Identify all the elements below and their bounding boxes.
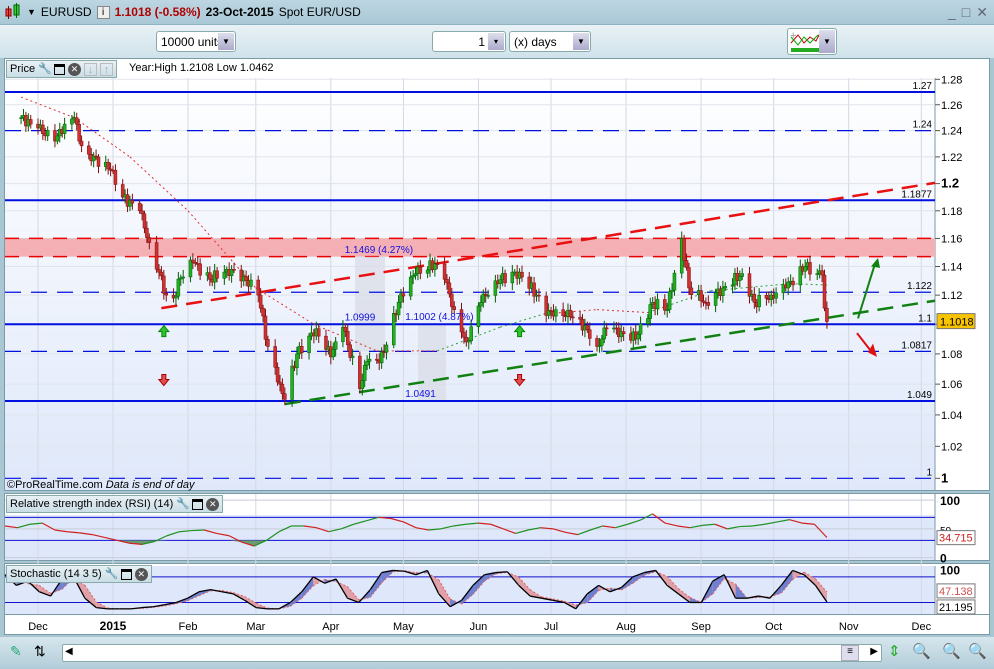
period-unit-value: (x) days	[514, 34, 557, 49]
wrench-icon[interactable]: 🔧	[105, 568, 119, 581]
units-value: 10000 units	[161, 34, 224, 49]
candlestick-icon[interactable]	[4, 2, 22, 23]
price-legend: Price 🔧 ✕ ↓ ↑	[6, 60, 118, 78]
credit-source: ©ProRealTime.com	[7, 479, 103, 491]
drawing-tools-icon[interactable]: ✎	[10, 643, 22, 660]
price-chart-panel[interactable]: Price 🔧 ✕ ↓ ↑ Year:High 1.2108 Low 1.046…	[4, 58, 990, 491]
scroll-right-icon[interactable]: ▶	[870, 646, 878, 657]
close-icon[interactable]: ✕	[206, 497, 220, 511]
zoom-out-icon[interactable]: 🔍	[942, 642, 961, 660]
info-icon[interactable]: i	[96, 5, 110, 19]
auto-scale-icon[interactable]: ⇕	[888, 642, 901, 660]
indicator-chart-icon: +	[790, 30, 821, 52]
stepper-icon[interactable]: ▾	[488, 33, 504, 50]
credit-text: ©ProRealTime.com Data is end of day	[7, 479, 194, 491]
add-indicator-button[interactable]: + ▼	[787, 28, 837, 55]
bottom-toolbar: ✎ ⇅ ◀ ≡ ▶ ⇕ 🔍 🔍 🔍	[0, 637, 994, 669]
units-select[interactable]: 10000 units ▼	[156, 31, 236, 52]
window-icon[interactable]	[120, 568, 132, 580]
chevron-down-icon[interactable]: ▼	[573, 33, 589, 50]
period-value: 1	[478, 34, 485, 49]
price-panel-title: Price	[10, 63, 36, 75]
symbol-dropdown-icon[interactable]: ▼	[27, 7, 36, 17]
close-icon[interactable]: ✕	[134, 567, 148, 581]
window-icon[interactable]	[54, 63, 66, 75]
stochastic-legend: Stochastic (14 3 5) 🔧 ✕	[6, 565, 152, 583]
chart-type-icon[interactable]: ⇅	[34, 643, 46, 660]
move-up-icon[interactable]: ↑	[100, 62, 114, 76]
window-icon[interactable]	[192, 498, 204, 510]
wrench-icon[interactable]: 🔧	[38, 63, 52, 76]
stochastic-panel[interactable]: Stochastic (14 3 5) 🔧 ✕	[4, 563, 990, 615]
instrument-description: Spot EUR/USD	[278, 5, 361, 19]
svg-text:+: +	[790, 30, 796, 42]
minimize-button[interactable]: _	[948, 4, 956, 21]
chevron-down-icon[interactable]: ▼	[218, 33, 234, 50]
scroll-left-icon[interactable]: ◀	[65, 646, 73, 657]
toolbar: 10000 units ▼ 1 ▾ (x) days ▼ + ▼	[0, 24, 994, 58]
maximize-button[interactable]: □	[962, 4, 970, 21]
symbol-label[interactable]: EURUSD	[41, 5, 92, 19]
close-button[interactable]: ✕	[976, 4, 988, 21]
current-price: 1.1018 (-0.58%)	[114, 5, 201, 19]
time-axis-panel	[4, 615, 990, 635]
credit-note: Data is end of day	[105, 479, 195, 491]
wrench-icon[interactable]: 🔧	[176, 498, 190, 511]
horizontal-scrollbar[interactable]: ◀ ≡ ▶	[62, 644, 882, 662]
period-unit-select[interactable]: (x) days ▼	[509, 31, 591, 52]
period-value-input[interactable]: 1 ▾	[432, 31, 506, 52]
scroll-thumb[interactable]: ≡	[841, 645, 859, 661]
quote-date: 23-Oct-2015	[205, 5, 274, 19]
close-icon[interactable]: ✕	[68, 62, 82, 76]
rsi-panel-title: Relative strength index (RSI) (14)	[10, 498, 174, 510]
rsi-legend: Relative strength index (RSI) (14) 🔧 ✕	[6, 495, 224, 513]
chevron-down-icon[interactable]: ▼	[819, 30, 835, 53]
move-down-icon[interactable]: ↓	[84, 62, 98, 76]
zoom-vertical-icon[interactable]: 🔍	[912, 642, 931, 660]
rsi-panel[interactable]: Relative strength index (RSI) (14) 🔧 ✕	[4, 493, 990, 561]
stochastic-panel-title: Stochastic (14 3 5)	[10, 568, 102, 580]
zoom-in-icon[interactable]: 🔍	[968, 642, 987, 660]
year-high-low: Year:High 1.2108 Low 1.0462	[129, 62, 274, 74]
title-bar: ▼ EURUSD i 1.1018 (-0.58%) 23-Oct-2015 S…	[0, 0, 994, 24]
